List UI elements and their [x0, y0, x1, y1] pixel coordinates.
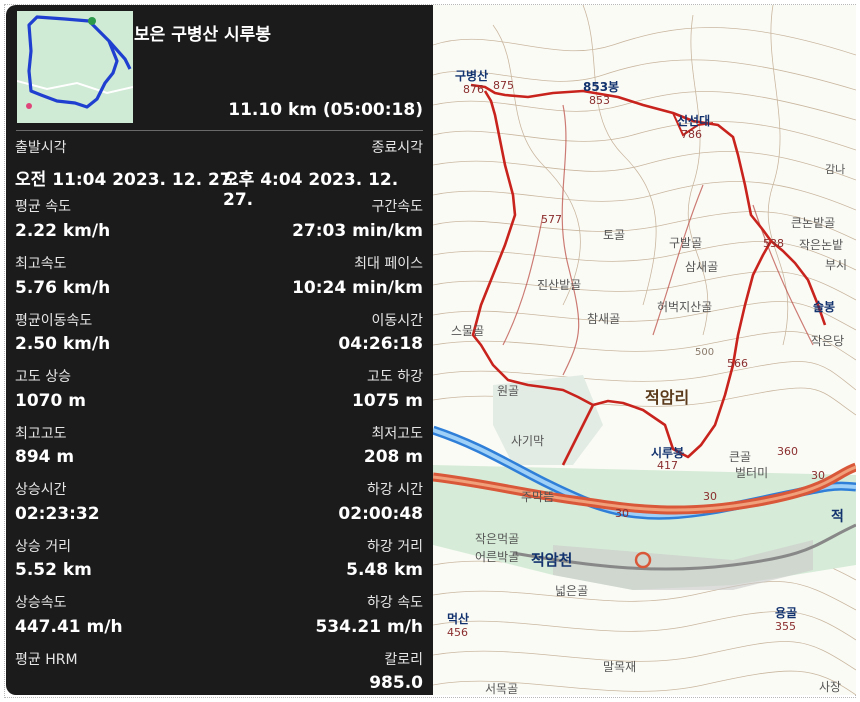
distance-duration-summary: 11.10 km (05:00:18) [228, 100, 423, 120]
topo-map[interactable]: 구병산 876 875 853봉 853 신선대 786 감나 577 토골 구… [433, 5, 856, 695]
label-road30a: 30 [811, 469, 825, 482]
stat-value: 5.76 km/h [15, 278, 111, 298]
stat-value: 534.21 m/h [315, 617, 423, 637]
label-malmokjae: 말목재 [603, 660, 636, 674]
label-neoleungol: 넓은골 [555, 584, 588, 598]
label-sumulgol: 스물골 [451, 324, 484, 338]
label-sinseondae: 신선대 [677, 113, 710, 128]
stat-value: 1070 m [15, 391, 86, 411]
label-peak786: 786 [681, 128, 702, 141]
label-keungol: 큰골 [729, 450, 751, 464]
label-chamsaegol: 참새골 [587, 312, 620, 326]
stat-value: 5.48 km [346, 560, 423, 580]
label-road30c: 30 [615, 507, 629, 520]
label-gubyeong: 구병산 [455, 68, 488, 83]
label-road30b: 30 [703, 490, 717, 503]
activity-panel: 보은 구병산 시루봉 11.10 km (05:00:18) 출발시각 종료시각… [6, 5, 433, 695]
label-jeogamri: 적암리 [645, 388, 689, 407]
label-yonggol: 용골 [775, 605, 797, 620]
label-peak417: 417 [657, 459, 678, 472]
stat-value: 2.50 km/h [15, 334, 111, 354]
label-seomokgol: 서목골 [485, 682, 518, 695]
stat-label: 하강 시간 [367, 482, 423, 498]
route-thumbnail[interactable] [16, 11, 134, 123]
contour-lines [433, 5, 856, 695]
stat-value: 10:24 min/km [292, 278, 423, 298]
label-jinsanbat: 진산밭골 [537, 278, 581, 292]
stat-label: 상승시간 [15, 482, 67, 498]
stat-label: 평균 HRM [15, 652, 78, 668]
stat-label: 최고속도 [15, 256, 67, 272]
stat-label: 평균이동속도 [15, 313, 93, 329]
label-wongol: 원골 [497, 384, 519, 398]
label-jeok: 적 [831, 508, 844, 525]
stat-value: 02:00:48 [338, 504, 423, 524]
stat-label: 평균 속도 [15, 199, 71, 215]
label-seulbong: 슬봉 [813, 300, 835, 314]
label-jageundang: 작은당 [811, 334, 844, 348]
stat-value: 오전 11:04 2023. 12. 27. [15, 170, 239, 190]
label-peak853: 853봉 [583, 80, 619, 94]
stat-label: 칼로리 [384, 652, 423, 668]
label-peak853b: 853 [589, 94, 610, 107]
stat-label: 출발시각 [15, 140, 67, 156]
stat-value: 985.0 [369, 673, 423, 693]
label-sajang: 사장 [819, 680, 841, 694]
stat-label: 이동시간 [371, 313, 423, 329]
label-heobeok: 허벅지산골 [657, 300, 712, 314]
divider [16, 130, 423, 131]
stat-label: 최저고도 [371, 426, 423, 442]
label-peak577: 577 [541, 213, 562, 226]
stat-value: 04:26:18 [338, 334, 423, 354]
stat-label: 고도 상승 [15, 369, 71, 385]
label-jageunnon: 작은논밭 [799, 238, 843, 252]
label-peak875: 875 [493, 79, 514, 92]
stat-value: 894 m [15, 447, 75, 467]
stat-value: 208 m [363, 447, 423, 467]
label-peak500: 500 [695, 347, 714, 358]
activity-title: 보은 구병산 시루봉 [134, 25, 271, 45]
label-jeogamcheon: 적암천 [531, 551, 572, 569]
label-jumakddeum: 주막뜸 [521, 490, 554, 504]
stat-label: 최대 페이스 [354, 256, 423, 272]
stat-label: 상승 거리 [15, 539, 71, 555]
stat-label: 최고고도 [15, 426, 67, 442]
stat-label: 상승속도 [15, 595, 67, 611]
label-sirubong: 시루봉 [651, 446, 684, 460]
stat-label: 하강 거리 [367, 539, 423, 555]
label-meoksan: 먹산 [447, 611, 469, 626]
stat-value: 27:03 min/km [292, 221, 423, 241]
stat-value: 447.41 m/h [15, 617, 123, 637]
stat-label: 하강 속도 [367, 595, 423, 611]
label-peak876: 876 [463, 83, 484, 96]
label-jageunmeok: 작은먹골 [475, 532, 519, 546]
stat-value: 02:23:32 [15, 504, 100, 524]
label-sagimak: 사기막 [511, 434, 544, 448]
stat-value: 1075 m [352, 391, 423, 411]
stat-label: 종료시각 [371, 140, 423, 156]
label-beonteomi: 벌터미 [735, 466, 768, 480]
label-peak355: 355 [775, 620, 796, 633]
label-gamna: 감나 [825, 163, 845, 176]
label-keunnon: 큰논밭골 [791, 216, 835, 230]
label-busi: 부시 [825, 258, 847, 272]
label-peak456: 456 [447, 626, 468, 639]
stat-value: 5.52 km [15, 560, 92, 580]
stat-label: 구간속도 [371, 199, 423, 215]
label-gubalgol: 구발골 [669, 236, 702, 250]
stat-value: 2.22 km/h [15, 221, 111, 241]
label-peak538: 538 [763, 237, 784, 250]
label-peak360: 360 [777, 445, 798, 458]
label-samsaegol: 삼새골 [685, 260, 718, 274]
label-togol: 토골 [603, 228, 625, 242]
label-peak566: 566 [727, 357, 748, 370]
stat-label: 고도 하강 [367, 369, 423, 385]
label-eoreunbak: 어른박골 [475, 550, 519, 564]
